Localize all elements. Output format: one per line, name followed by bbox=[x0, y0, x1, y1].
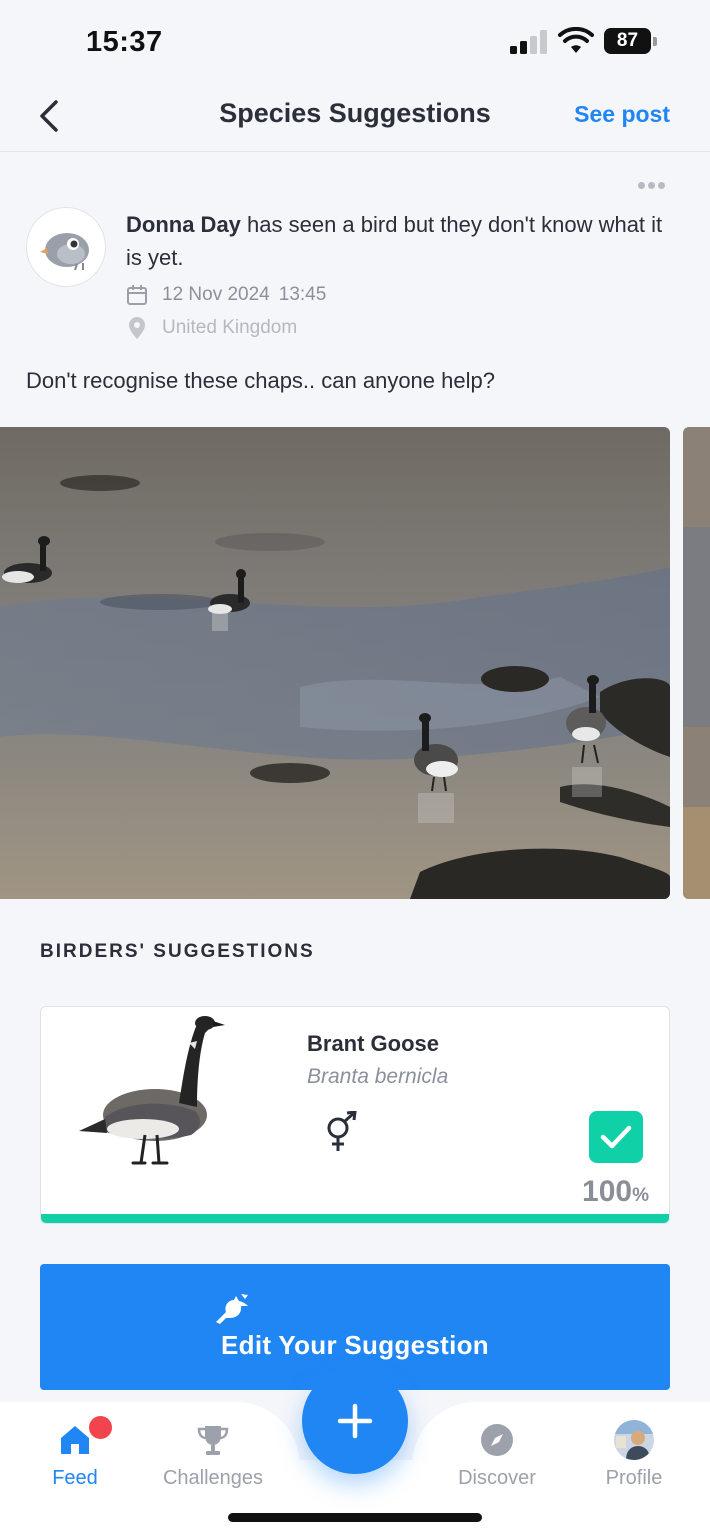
brant-goose-illustration bbox=[79, 1016, 225, 1165]
bird-avatar-icon bbox=[40, 233, 89, 271]
tab-label: Discover bbox=[458, 1467, 536, 1489]
home-indicator bbox=[228, 1513, 482, 1522]
bird-icon bbox=[216, 1294, 248, 1324]
next-photo-image bbox=[683, 427, 710, 899]
percent-unit: % bbox=[632, 1185, 649, 1206]
cellular-signal-icon bbox=[510, 30, 547, 54]
geese-on-mudflat-image bbox=[0, 427, 670, 899]
calendar-icon bbox=[127, 285, 147, 305]
agreement-bar-fill bbox=[41, 1214, 669, 1223]
agree-checkbox[interactable] bbox=[589, 1111, 643, 1163]
species-scientific-name: Branta bernicla bbox=[307, 1065, 449, 1088]
checkmark-icon bbox=[600, 1125, 632, 1149]
post-location: United Kingdom bbox=[162, 317, 298, 338]
agreement-percentage: 100% bbox=[582, 1175, 649, 1209]
profile-photo bbox=[614, 1420, 654, 1460]
post-location-row: United Kingdom bbox=[126, 314, 297, 342]
status-bar: 15:37 87 bbox=[0, 0, 710, 84]
more-options-icon[interactable] bbox=[638, 176, 670, 189]
battery-tip bbox=[653, 37, 657, 46]
agreement-bar bbox=[41, 1214, 669, 1223]
section-heading: BIRDERS' SUGGESTIONS bbox=[40, 941, 315, 962]
battery-level: 87 bbox=[604, 28, 651, 54]
tab-profile[interactable]: Profile bbox=[564, 1400, 704, 1500]
post-caption: Don't recognise these chaps.. can anyone… bbox=[26, 368, 495, 393]
percent-value: 100 bbox=[582, 1175, 633, 1208]
author-avatar[interactable] bbox=[26, 207, 106, 287]
post-description: Donna Day has seen a bird but they don't… bbox=[126, 208, 666, 274]
notification-badge bbox=[87, 1414, 114, 1441]
tab-label: Feed bbox=[52, 1467, 98, 1489]
suggestion-card[interactable]: Brant Goose Branta bernicla 100% bbox=[40, 1006, 670, 1224]
tab-label: Challenges bbox=[162, 1467, 264, 1489]
status-time: 15:37 bbox=[86, 26, 163, 58]
tab-discover[interactable]: Discover bbox=[427, 1400, 567, 1500]
add-sighting-button[interactable] bbox=[302, 1368, 408, 1474]
bird-photo[interactable] bbox=[0, 427, 670, 899]
see-post-link[interactable]: See post bbox=[574, 101, 670, 128]
edit-suggestion-label: Edit Your Suggestion bbox=[221, 1330, 489, 1360]
species-common-name: Brant Goose bbox=[307, 1031, 440, 1056]
compass-icon bbox=[481, 1424, 513, 1456]
navigation-bar: Species Suggestions See post bbox=[0, 84, 710, 152]
next-photo-preview[interactable] bbox=[683, 427, 710, 899]
avatar bbox=[614, 1420, 654, 1460]
tab-feed[interactable]: Feed bbox=[5, 1400, 145, 1500]
plus-icon bbox=[337, 1403, 373, 1439]
wifi-icon bbox=[558, 27, 594, 53]
post-date: 12 Nov 2024 bbox=[162, 284, 270, 305]
gender-unknown-icon[interactable] bbox=[321, 1111, 359, 1153]
author-name[interactable]: Donna Day bbox=[126, 212, 241, 237]
battery-indicator: 87 bbox=[604, 28, 658, 54]
location-pin-icon bbox=[129, 317, 145, 339]
trophy-icon bbox=[197, 1426, 229, 1455]
tab-challenges[interactable]: Challenges bbox=[143, 1400, 283, 1500]
post-date-row: 12 Nov 2024 13:45 bbox=[126, 281, 326, 309]
post-time: 13:45 bbox=[278, 284, 327, 305]
tab-label: Profile bbox=[605, 1467, 663, 1489]
